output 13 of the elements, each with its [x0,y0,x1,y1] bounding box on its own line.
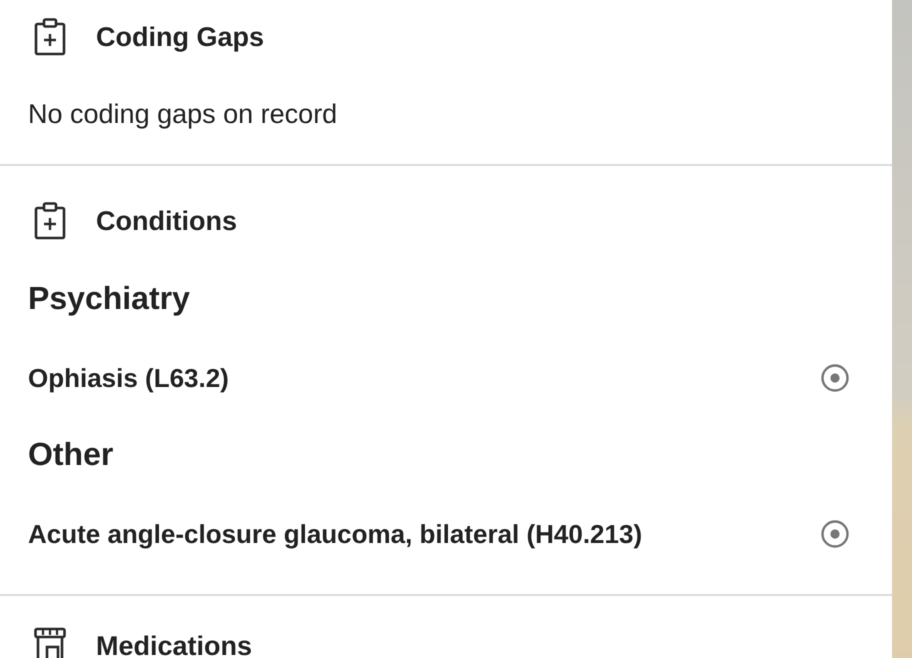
dot-circle-icon[interactable] [821,364,849,392]
section-title: Conditions [96,205,237,238]
section-title: Medications [96,630,252,658]
category-heading: Other [28,435,114,474]
clipboard-plus-icon [34,202,66,240]
category-heading: Psychiatry [28,279,190,318]
empty-message: No coding gaps on record [28,98,338,130]
dot-circle-icon[interactable] [821,520,849,548]
condition-name: Ophiasis (L63.2) [28,363,229,393]
storefront-icon [34,627,66,658]
clipboard-plus-icon [34,18,66,56]
section-title: Coding Gaps [96,21,264,54]
condition-name: Acute angle-closure glaucoma, bilateral (H40.213) [28,519,642,549]
